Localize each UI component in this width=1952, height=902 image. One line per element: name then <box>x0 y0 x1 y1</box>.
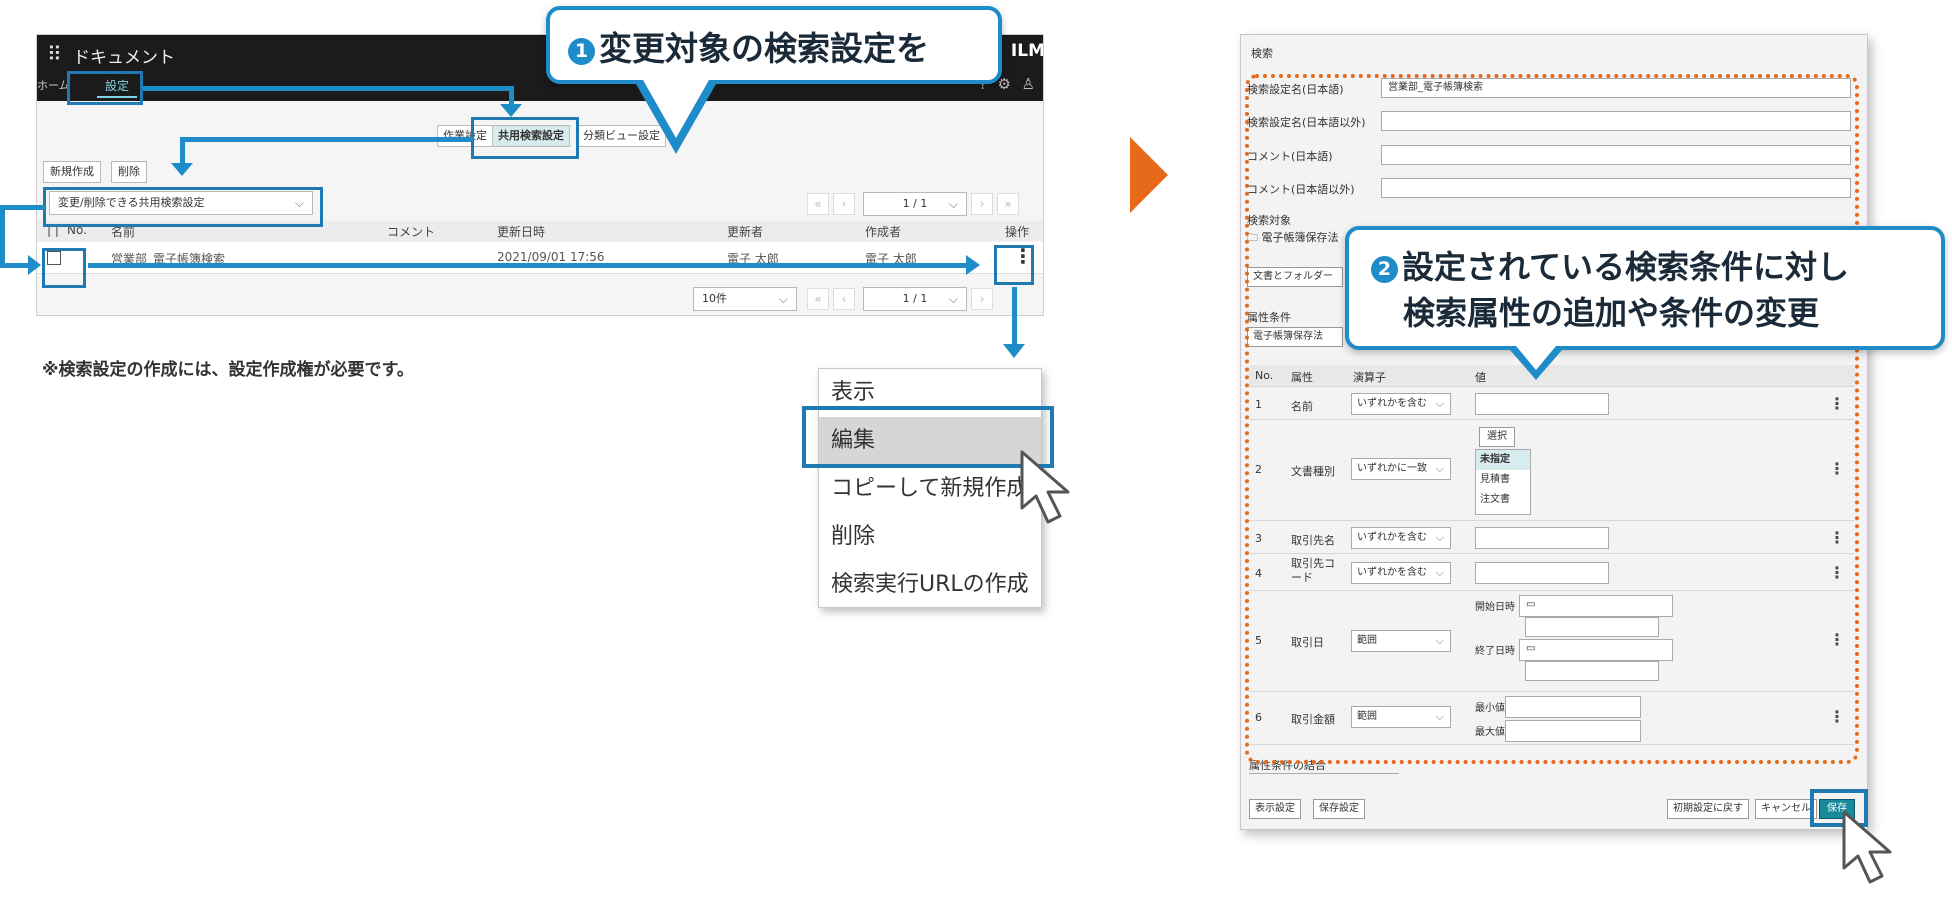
per-page-select[interactable]: 10件 ⌵ <box>693 287 797 311</box>
callout-pointer-inner <box>643 80 709 138</box>
connector-line <box>88 263 968 268</box>
chevron-down-icon: ⌵ <box>778 292 788 306</box>
cancel-button[interactable]: キャンセル <box>1755 799 1817 819</box>
mouse-cursor-icon <box>1842 810 1892 884</box>
delete-button[interactable]: 削除 <box>111 161 147 183</box>
combine-conditions-divider <box>1249 773 1399 777</box>
table-row[interactable]: 営業部_電子帳簿検索 2021/09/01 17:56 電子 太郎 電子 太郎 … <box>37 242 1043 274</box>
callout-line-2: 検索属性の追加や条件の変更 <box>1403 294 1820 332</box>
next-step-arrow-icon <box>1130 137 1168 213</box>
step-number: 1 <box>568 38 595 65</box>
connector-line <box>0 205 45 210</box>
new-button[interactable]: 新規作成 <box>43 161 101 183</box>
nav-home[interactable]: ホーム <box>37 77 70 93</box>
next-page-button-bottom[interactable]: › <box>971 288 993 310</box>
arrow-down-icon <box>171 163 193 176</box>
arrow-down-icon <box>1003 344 1025 358</box>
save-settings-button[interactable]: 保存設定 <box>1313 799 1365 819</box>
prev-page-button-bottom[interactable]: ‹ <box>833 288 855 310</box>
last-page-button[interactable]: » <box>997 193 1019 215</box>
app-grid-icon[interactable]: ⠿ <box>47 42 62 66</box>
first-page-button[interactable]: « <box>807 193 829 215</box>
chevron-down-icon: ⌵ <box>948 197 958 211</box>
arrow-right-icon <box>28 255 41 275</box>
callout-line-1: 設定されている検索条件に対し <box>1402 248 1850 286</box>
arrow-down-icon <box>500 104 522 117</box>
step-number: 2 <box>1371 256 1398 283</box>
col-comment: コメント <box>387 225 436 239</box>
first-page-button-bottom[interactable]: « <box>807 288 829 310</box>
highlight-search-select <box>43 187 323 227</box>
context-menu: 表示 編集 コピーして新規作成 削除 検索実行URLの作成 <box>818 368 1042 608</box>
reset-button[interactable]: 初期設定に戻す <box>1667 799 1749 819</box>
highlight-shared-search-tab <box>471 117 579 159</box>
mouse-cursor-icon <box>1020 450 1070 524</box>
col-creator: 作成者 <box>865 225 902 239</box>
dialog-title: 検索 <box>1251 47 1273 60</box>
col-updated: 更新日時 <box>497 225 546 239</box>
brand-logo: ILM <box>1010 41 1044 61</box>
next-page-button[interactable]: › <box>971 193 993 215</box>
user-icon[interactable]: ♙ <box>1022 75 1035 93</box>
chevron-down-icon: ⌵ <box>948 292 958 306</box>
edit-area-highlight <box>1245 74 1859 764</box>
highlight-edit-item <box>802 406 1054 468</box>
callout-pointer-inner <box>1516 346 1556 370</box>
display-settings-button[interactable]: 表示設定 <box>1249 799 1301 819</box>
app-title: ドキュメント <box>73 48 175 68</box>
note-text: ※検索設定の作成には、設定作成権が必要です。 <box>42 360 414 380</box>
highlight-kebab <box>994 245 1034 285</box>
callout-step-1: 1 変更対象の検索設定を <box>546 6 1002 84</box>
col-updater: 更新者 <box>727 225 764 239</box>
callout-text: 変更対象の検索設定を <box>599 29 929 68</box>
prev-page-button[interactable]: ‹ <box>833 193 855 215</box>
connector-line <box>0 205 5 267</box>
connector-line <box>0 263 30 268</box>
menu-item-create-url[interactable]: 検索実行URLの作成 <box>819 561 1041 609</box>
connector-line <box>143 86 513 91</box>
menu-item-delete[interactable]: 削除 <box>819 513 1041 561</box>
highlight-settings-tab <box>67 71 143 105</box>
connector-line <box>180 137 473 142</box>
arrow-right-icon <box>966 255 980 275</box>
highlight-row-checkbox <box>42 248 86 288</box>
connector-line <box>1012 287 1017 347</box>
menu-item-copy-new[interactable]: コピーして新規作成 <box>819 465 1041 513</box>
callout-step-2: 2 設定されている検索条件に対し 検索属性の追加や条件の変更 <box>1345 226 1945 350</box>
page-select-bottom[interactable]: 1 / 1 ⌵ <box>863 287 967 311</box>
page-select[interactable]: 1 / 1 ⌵ <box>863 192 967 216</box>
col-actions: 操作 <box>1005 225 1030 239</box>
row-updated: 2021/09/01 17:56 <box>497 250 605 264</box>
